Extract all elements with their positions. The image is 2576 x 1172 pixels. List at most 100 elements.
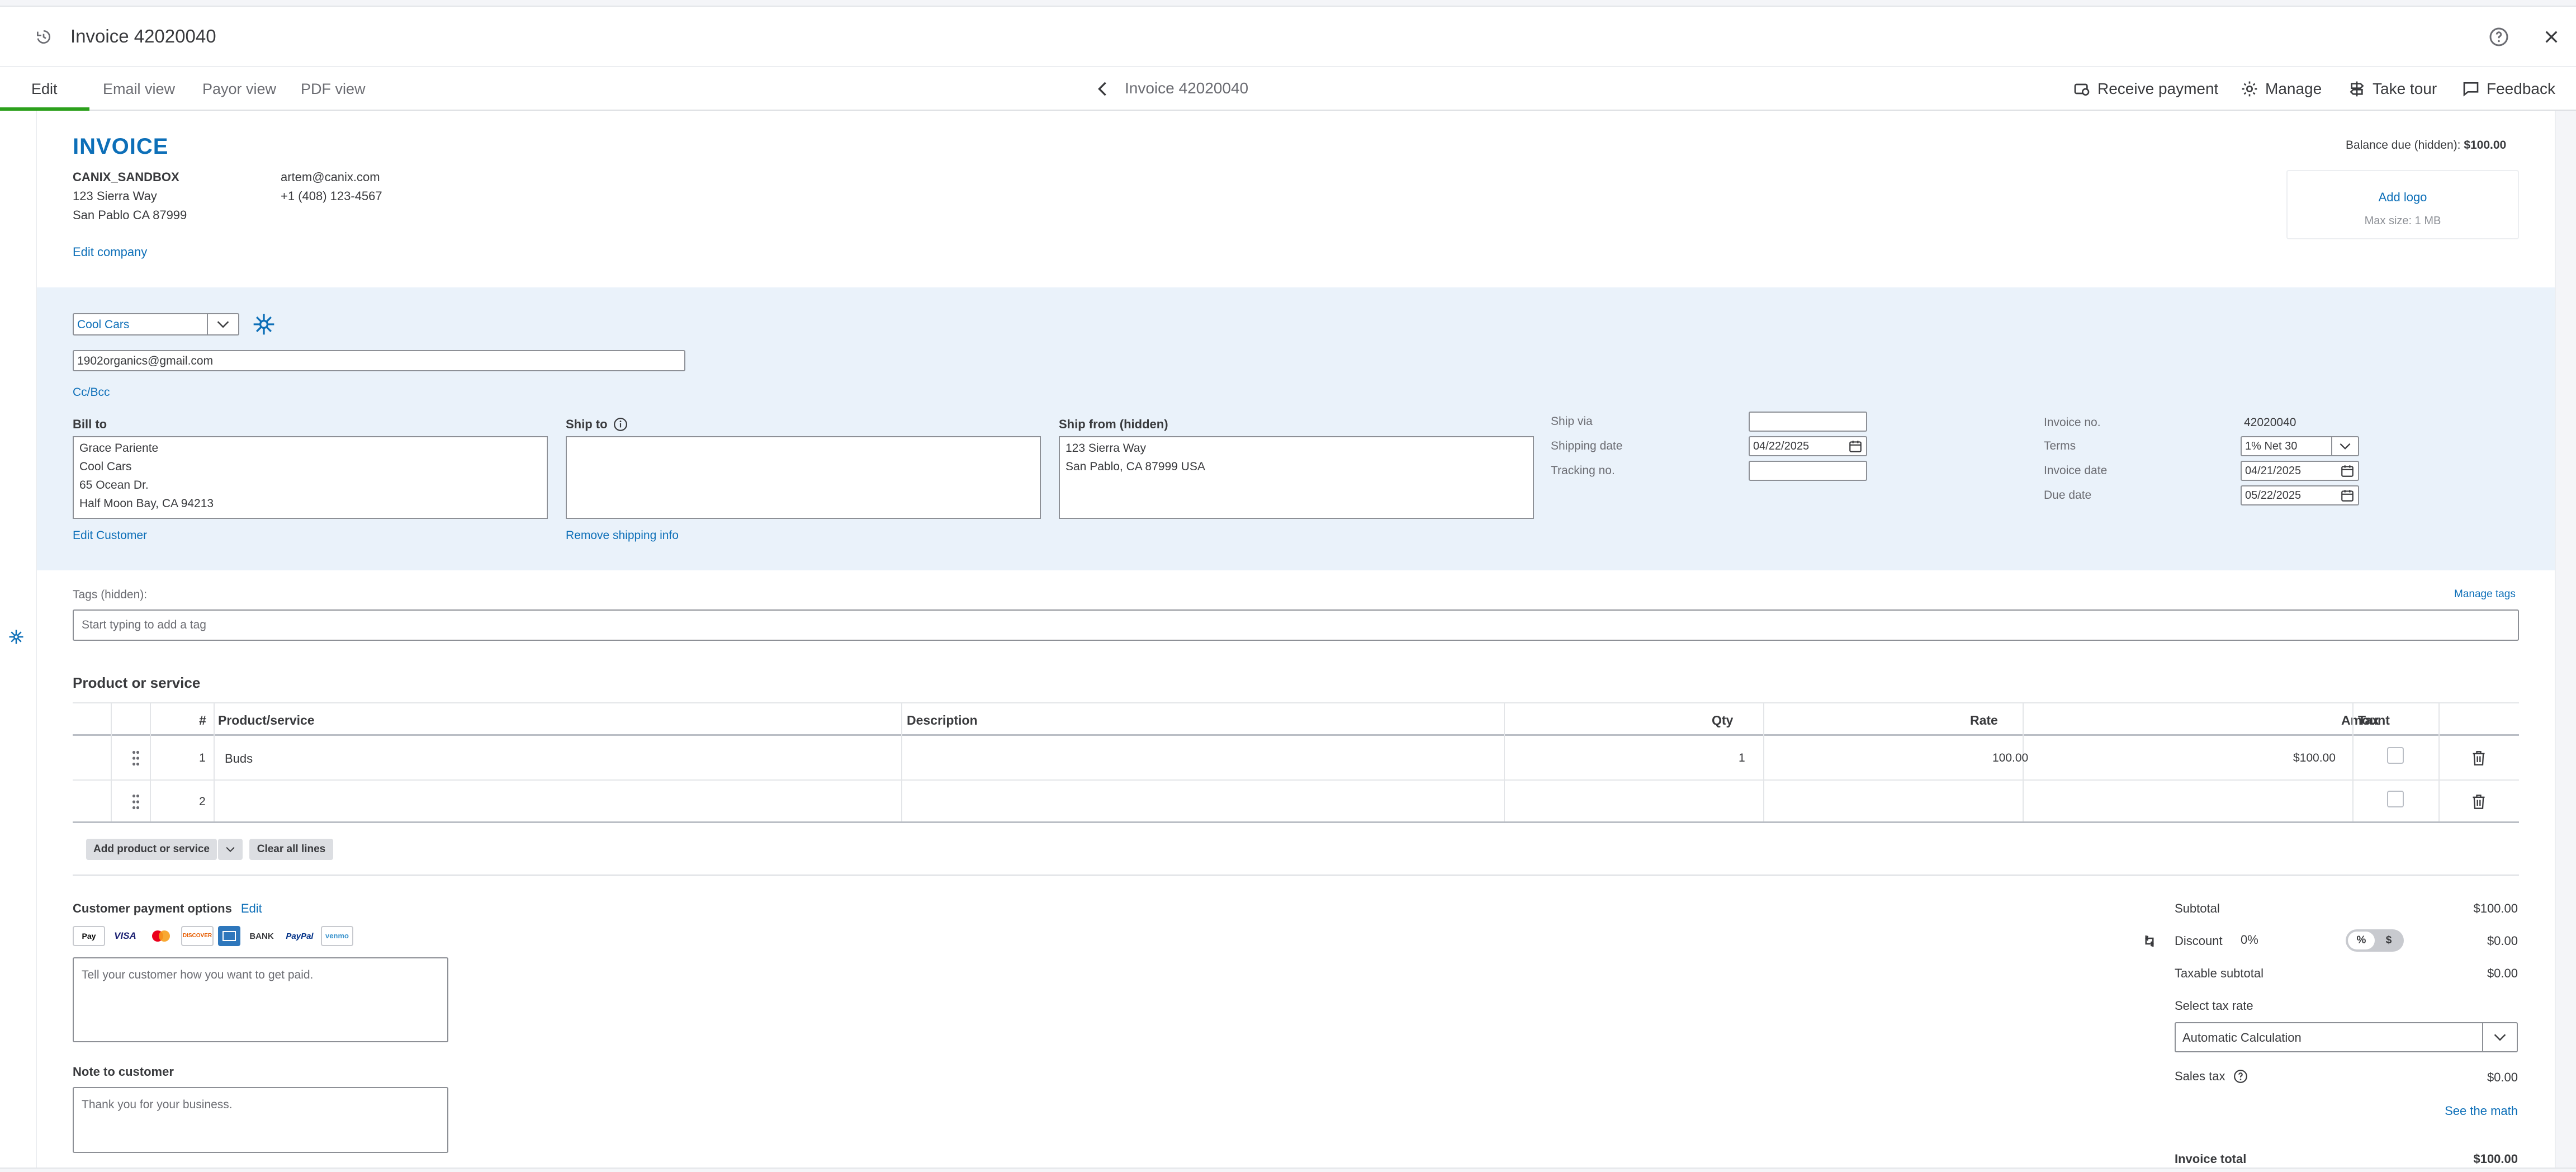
tab-payor-view[interactable]: Payor view xyxy=(202,67,276,111)
col-description: Description xyxy=(907,713,978,727)
add-product-split-button: Add product or service xyxy=(86,839,243,860)
feedback-button[interactable]: Feedback xyxy=(2462,67,2555,111)
tags-label: Tags (hidden): xyxy=(73,588,148,601)
discover-icon: DISCOVER xyxy=(181,926,214,946)
ship-via-input[interactable] xyxy=(1749,412,1867,432)
edit-payment-options-link[interactable]: Edit xyxy=(241,901,262,916)
col-qty: Qty xyxy=(1712,713,1734,727)
help-circle-icon xyxy=(2233,1070,2247,1083)
tags-input[interactable]: Start typing to add a tag xyxy=(73,609,2519,641)
table-row[interactable]: 1 Buds 1 100.00 $100.00 xyxy=(73,737,2519,781)
see-the-math-link[interactable]: See the math xyxy=(2445,1104,2518,1118)
ship-to-address[interactable] xyxy=(566,436,1041,519)
left-gutter xyxy=(0,111,37,1172)
taxable-subtotal-value: $0.00 xyxy=(2487,966,2518,980)
discount-toggle-percent[interactable]: % xyxy=(2348,932,2375,949)
drag-handle-icon[interactable] xyxy=(132,750,140,766)
chevron-down-icon[interactable] xyxy=(2331,437,2358,455)
chevron-down-icon[interactable] xyxy=(207,314,238,334)
company-phone: +1 (408) 123-4567 xyxy=(281,189,382,203)
customer-select-value: Cool Cars xyxy=(77,318,130,331)
tab-email-view[interactable]: Email view xyxy=(103,67,175,111)
terms-select[interactable]: 1% Net 30 xyxy=(2241,436,2359,456)
add-logo-box[interactable]: Add logo Max size: 1 MB xyxy=(2286,170,2519,239)
payment-message-textarea[interactable]: Tell your customer how you want to get p… xyxy=(73,957,448,1042)
manage-button[interactable]: Manage xyxy=(2241,67,2322,111)
trash-icon[interactable] xyxy=(2471,749,2487,767)
col-tax: Tax xyxy=(2358,713,2379,727)
note-label: Note to customer xyxy=(73,1065,174,1079)
table-row[interactable]: 2 xyxy=(73,781,2519,823)
take-tour-button[interactable]: Take tour xyxy=(2348,67,2437,111)
ship-to-header: Ship to xyxy=(566,417,628,432)
ship-from-address[interactable]: 123 Sierra Way San Pablo, CA 87999 USA xyxy=(1059,436,1534,519)
products-table: # Product/service Description Qty Rate A… xyxy=(73,702,2519,823)
discount-toggle-dollar[interactable]: $ xyxy=(2376,932,2402,949)
due-date-input[interactable]: 05/22/2025 xyxy=(2241,485,2359,505)
customer-select[interactable]: Cool Cars xyxy=(73,313,239,335)
manage-tags-link[interactable]: Manage tags xyxy=(2454,588,2516,601)
add-product-button[interactable]: Add product or service xyxy=(86,839,217,860)
tax-checkbox[interactable] xyxy=(2387,747,2404,764)
customer-email-value: 1902organics@gmail.com xyxy=(77,355,214,367)
row-product[interactable]: Buds xyxy=(225,752,253,766)
clear-all-lines-button[interactable]: Clear all lines xyxy=(249,839,333,860)
add-logo-link[interactable]: Add logo xyxy=(2288,190,2518,205)
terms-value: 1% Net 30 xyxy=(2245,440,2298,452)
chevron-down-icon[interactable] xyxy=(2482,1023,2517,1051)
tax-checkbox[interactable] xyxy=(2387,791,2404,807)
invoice-no-value[interactable]: 42020040 xyxy=(2244,416,2296,429)
calendar-icon xyxy=(2341,490,2354,502)
ai-sparkle-icon[interactable] xyxy=(8,628,25,645)
discount-type-toggle[interactable]: % $ xyxy=(2346,929,2404,952)
col-product: Product/service xyxy=(218,713,315,727)
drag-handle-icon[interactable] xyxy=(132,794,140,810)
receive-payment-icon xyxy=(2074,83,2090,96)
trash-icon[interactable] xyxy=(2471,793,2487,811)
venmo-icon: venmo xyxy=(321,926,353,946)
row-rate[interactable]: 100.00 xyxy=(1992,752,2028,765)
close-icon[interactable] xyxy=(2542,28,2560,46)
totals-panel: Subtotal $100.00 Discount 0% % $ $0.00 T… xyxy=(2141,895,2521,1169)
bill-to-line: Cool Cars xyxy=(79,460,132,473)
ship-from-label: Ship from (hidden) xyxy=(1059,417,1168,431)
calendar-icon xyxy=(1849,441,1862,452)
chevron-left-icon[interactable] xyxy=(1097,82,1108,96)
invoice-date-input[interactable]: 04/21/2025 xyxy=(2241,461,2359,481)
shipping-date-input[interactable]: 04/22/2025 xyxy=(1749,436,1867,456)
bill-to-address[interactable]: Grace Pariente Cool Cars 65 Ocean Dr. Ha… xyxy=(73,436,548,519)
history-icon[interactable] xyxy=(35,28,53,46)
customer-email-field[interactable]: 1902organics@gmail.com xyxy=(73,350,685,371)
section-divider xyxy=(73,875,2519,876)
row-qty[interactable]: 1 xyxy=(1739,752,1745,765)
amex-icon xyxy=(218,926,240,946)
company-address-line1: 123 Sierra Way xyxy=(73,189,157,203)
visa-icon: VISA xyxy=(114,930,136,941)
tax-rate-select[interactable]: Automatic Calculation xyxy=(2175,1022,2518,1052)
feedback-icon xyxy=(2463,82,2479,97)
invoice-no-label: Invoice no. xyxy=(2044,416,2101,429)
table-header: # Product/service Description Qty Rate A… xyxy=(73,702,2519,736)
remove-shipping-link[interactable]: Remove shipping info xyxy=(566,529,679,542)
payment-message-placeholder: Tell your customer how you want to get p… xyxy=(82,968,314,981)
tax-rate-label: Select tax rate xyxy=(2175,999,2253,1013)
edit-company-link[interactable]: Edit company xyxy=(73,245,147,259)
tracking-input[interactable] xyxy=(1749,461,1867,481)
ai-sparkle-icon[interactable] xyxy=(252,312,276,337)
tab-pdf-view[interactable]: PDF view xyxy=(301,67,366,111)
cc-bcc-link[interactable]: Cc/Bcc xyxy=(73,386,110,399)
row-amount: $100.00 xyxy=(2293,752,2336,764)
discount-refresh-icon[interactable] xyxy=(2141,933,2158,949)
balance-due-value: $100.00 xyxy=(2464,139,2507,152)
tab-edit[interactable]: Edit xyxy=(31,67,58,111)
note-textarea[interactable]: Thank you for your business. xyxy=(73,1087,448,1153)
receive-payment-button[interactable]: Receive payment xyxy=(2073,67,2218,111)
balance-due-label: Balance due (hidden): xyxy=(2346,139,2461,152)
help-circle-icon[interactable] xyxy=(2489,27,2509,47)
payment-icons: Pay VISA DISCOVER BANK PayPal venmo xyxy=(73,926,353,946)
bill-to-line: 65 Ocean Dr. xyxy=(79,479,149,492)
edit-customer-link[interactable]: Edit Customer xyxy=(73,529,147,542)
add-product-dropdown[interactable] xyxy=(218,839,243,860)
discount-percent[interactable]: 0% xyxy=(2241,933,2258,947)
ship-from-line: 123 Sierra Way xyxy=(1066,442,1146,455)
